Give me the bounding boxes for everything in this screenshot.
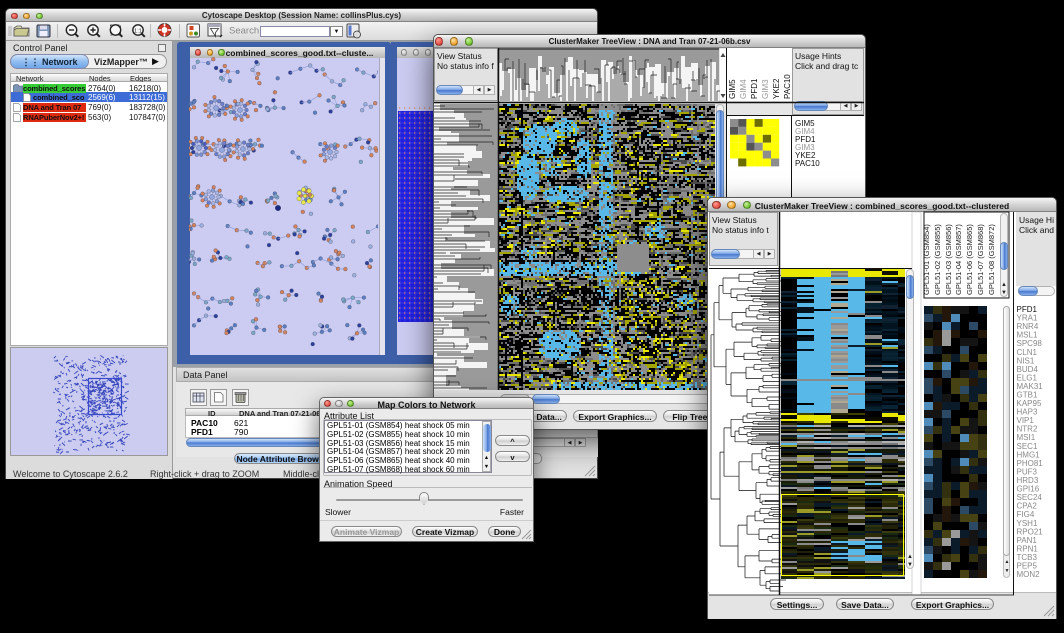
- svg-text:1:1: 1:1: [134, 29, 142, 35]
- svg-text:Search:: Search:: [229, 26, 262, 37]
